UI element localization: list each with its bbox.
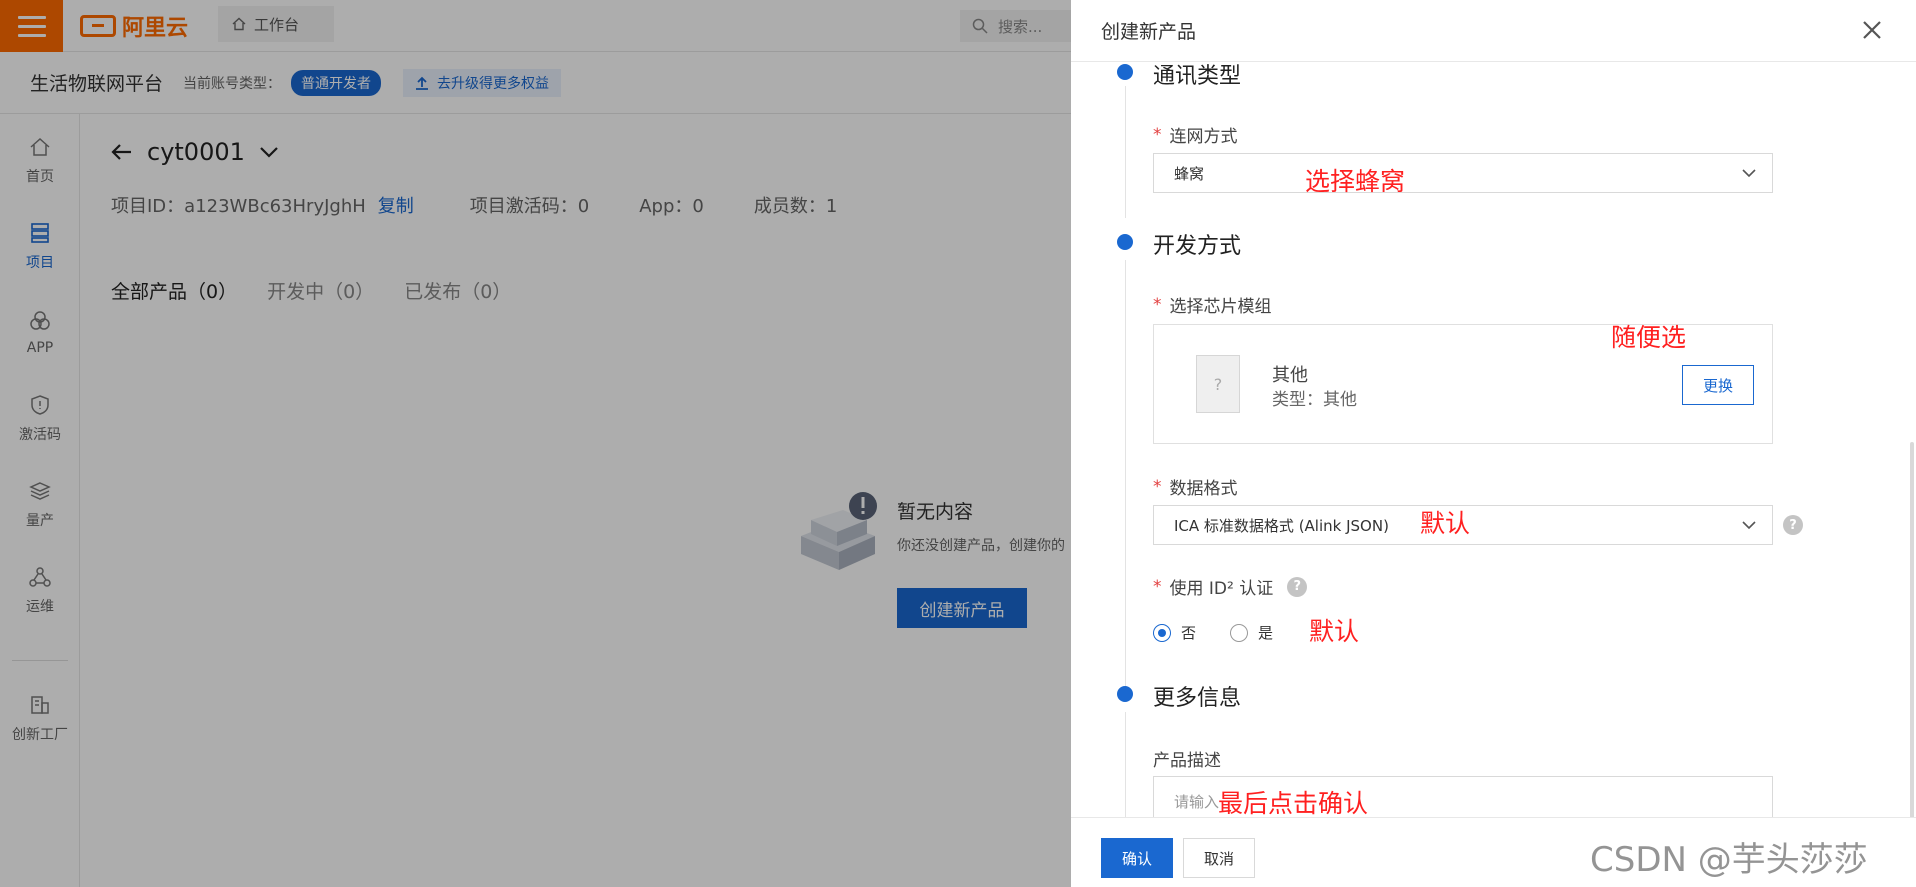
step-dot bbox=[1117, 234, 1133, 250]
description-label-text: 产品描述 bbox=[1153, 751, 1221, 771]
help-icon[interactable]: ? bbox=[1287, 576, 1308, 597]
drawer-title: 创建新产品 bbox=[1101, 21, 1197, 43]
radio-no[interactable] bbox=[1153, 623, 1171, 642]
network-label: * 连网方式 bbox=[1153, 122, 1238, 148]
network-label-text: 连网方式 bbox=[1169, 127, 1238, 147]
drawer-body[interactable]: 通讯类型 * 连网方式 蜂窝 开发方式 * 选择芯片模组 ? 其他 类型：其他 … bbox=[1071, 62, 1916, 817]
chip-module-icon: ? bbox=[1196, 355, 1240, 413]
annotation-network: 选择蜂窝 bbox=[1305, 167, 1406, 196]
chip-name: 其他 bbox=[1272, 365, 1308, 386]
annotation-final: 最后点击确认 bbox=[1218, 789, 1369, 817]
create-product-drawer: 创建新产品 通讯类型 * 连网方式 蜂窝 开发方式 * 选择芯片模组 ? 其他 … bbox=[1071, 0, 1916, 887]
data-format-label: * 数据格式 bbox=[1153, 474, 1238, 500]
close-icon[interactable] bbox=[1858, 16, 1886, 44]
required-mark: * bbox=[1153, 576, 1162, 597]
section-title-more: 更多信息 bbox=[1153, 686, 1242, 711]
timeline-line bbox=[1125, 86, 1126, 218]
network-select[interactable]: 蜂窝 bbox=[1153, 153, 1773, 193]
data-format-label-text: 数据格式 bbox=[1169, 479, 1238, 499]
chip-label-text: 选择芯片模组 bbox=[1169, 297, 1272, 317]
id2-radio-group: 否 是 bbox=[1153, 622, 1273, 643]
cancel-button[interactable]: 取消 bbox=[1183, 838, 1255, 878]
section-title-dev: 开发方式 bbox=[1153, 234, 1242, 259]
chip-label: * 选择芯片模组 bbox=[1153, 292, 1272, 318]
confirm-button[interactable]: 确认 bbox=[1101, 838, 1173, 878]
annotation-chip: 随便选 bbox=[1611, 323, 1687, 352]
required-mark: * bbox=[1153, 476, 1162, 497]
description-label: 产品描述 bbox=[1153, 746, 1221, 771]
timeline-line bbox=[1125, 260, 1126, 700]
drawer-header: 创建新产品 bbox=[1071, 0, 1916, 62]
data-format-value: ICA 标准数据格式 (Alink JSON) bbox=[1174, 516, 1389, 535]
chevron-down-icon bbox=[1742, 521, 1756, 530]
required-mark: * bbox=[1153, 294, 1162, 315]
network-value: 蜂窝 bbox=[1174, 164, 1205, 183]
change-chip-button[interactable]: 更换 bbox=[1682, 365, 1754, 405]
annotation-id2: 默认 bbox=[1309, 617, 1360, 646]
chip-type: 类型：其他 bbox=[1272, 390, 1357, 410]
description-placeholder: 请输入 bbox=[1174, 793, 1220, 811]
watermark: CSDN @芋头莎莎 bbox=[1590, 840, 1868, 880]
radio-yes-label: 是 bbox=[1258, 624, 1274, 642]
step-dot bbox=[1117, 686, 1133, 702]
radio-yes[interactable] bbox=[1230, 623, 1249, 642]
scrollbar[interactable] bbox=[1910, 442, 1914, 817]
modal-overlay[interactable] bbox=[0, 0, 1071, 887]
id2-label-text: 使用 ID² 认证 bbox=[1169, 579, 1274, 599]
required-mark: * bbox=[1153, 124, 1162, 145]
timeline-line bbox=[1125, 712, 1126, 817]
chevron-down-icon bbox=[1742, 169, 1756, 178]
id2-label: * 使用 ID² 认证 ? bbox=[1153, 574, 1308, 599]
help-icon[interactable]: ? bbox=[1783, 515, 1803, 535]
section-title-comm: 通讯类型 bbox=[1153, 64, 1242, 89]
step-dot bbox=[1117, 64, 1133, 80]
annotation-data-format: 默认 bbox=[1420, 509, 1471, 538]
radio-no-label: 否 bbox=[1181, 624, 1197, 642]
